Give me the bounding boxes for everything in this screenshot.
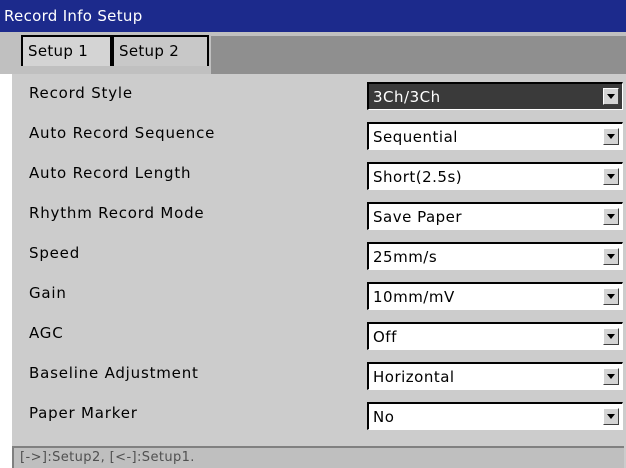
agc-select[interactable]: Off [367, 322, 623, 350]
dropdown-arrow-icon[interactable] [603, 408, 619, 425]
select-value: Short(2.5s) [373, 168, 463, 186]
help-hint-text: [->]:Setup2, [<-]:Setup1. [20, 450, 195, 465]
tab-setup-1[interactable]: Setup 1 [21, 35, 112, 66]
auto-record-sequence-select[interactable]: Sequential [367, 122, 623, 150]
dropdown-arrow-icon[interactable] [603, 208, 619, 225]
setting-row-record-style: Record Style 3Ch/3Ch [12, 76, 626, 116]
setting-label: Paper Marker [29, 404, 138, 422]
setting-label: Record Style [29, 84, 133, 102]
setting-label: AGC [29, 324, 64, 342]
left-margin [0, 74, 12, 468]
dropdown-arrow-icon[interactable] [603, 128, 619, 145]
setting-row-baseline-adjustment: Baseline Adjustment Horizontal [12, 356, 626, 396]
select-value: No [373, 408, 395, 426]
record-info-setup-window: Record Info Setup Setup 1 Setup 2 Record… [0, 0, 626, 468]
select-value: Sequential [373, 128, 458, 146]
dropdown-arrow-icon[interactable] [603, 168, 619, 185]
dropdown-arrow-icon[interactable] [603, 288, 619, 305]
setting-row-speed: Speed 25mm/s [12, 236, 626, 276]
dropdown-arrow-icon[interactable] [603, 328, 619, 345]
setting-row-agc: AGC Off [12, 316, 626, 356]
select-value: 3Ch/3Ch [373, 88, 441, 106]
rhythm-record-mode-select[interactable]: Save Paper [367, 202, 623, 230]
dropdown-arrow-icon[interactable] [603, 368, 619, 385]
setting-row-paper-marker: Paper Marker No [12, 396, 626, 436]
paper-marker-select[interactable]: No [367, 402, 623, 430]
setting-label: Baseline Adjustment [29, 364, 199, 382]
setting-label: Gain [29, 284, 67, 302]
window-title: Record Info Setup [0, 0, 626, 32]
setting-row-auto-record-length: Auto Record Length Short(2.5s) [12, 156, 626, 196]
select-value: Save Paper [373, 208, 463, 226]
tab-strip-fill [211, 36, 626, 76]
setting-label: Speed [29, 244, 81, 262]
baseline-adjustment-select[interactable]: Horizontal [367, 362, 623, 390]
tab-setup-2[interactable]: Setup 2 [112, 35, 209, 66]
setting-row-gain: Gain 10mm/mV [12, 276, 626, 316]
dropdown-arrow-icon[interactable] [603, 88, 619, 105]
setting-label: Rhythm Record Mode [29, 204, 205, 222]
gain-select[interactable]: 10mm/mV [367, 282, 623, 310]
dropdown-arrow-icon[interactable] [603, 248, 619, 265]
record-style-select[interactable]: 3Ch/3Ch [367, 82, 623, 110]
auto-record-length-select[interactable]: Short(2.5s) [367, 162, 623, 190]
select-value: Off [373, 328, 397, 346]
help-hint-bar: [->]:Setup2, [<-]:Setup1. [12, 446, 624, 468]
setting-label: Auto Record Sequence [29, 124, 216, 142]
setting-row-auto-record-sequence: Auto Record Sequence Sequential [12, 116, 626, 156]
select-value: 10mm/mV [373, 288, 455, 306]
select-value: Horizontal [373, 368, 455, 386]
setting-label: Auto Record Length [29, 164, 192, 182]
setting-row-rhythm-record-mode: Rhythm Record Mode Save Paper [12, 196, 626, 236]
select-value: 25mm/s [373, 248, 438, 266]
speed-select[interactable]: 25mm/s [367, 242, 623, 270]
